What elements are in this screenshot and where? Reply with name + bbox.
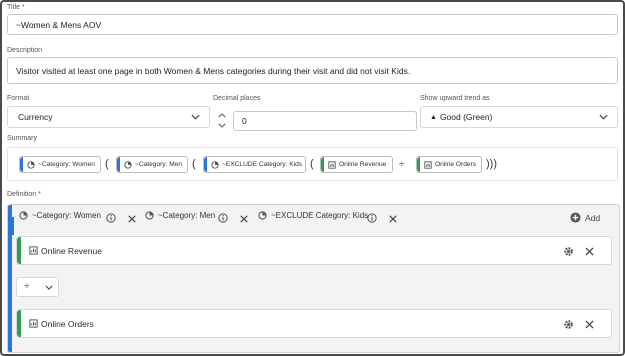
trend-label: Show upward trend as <box>420 95 490 102</box>
triangle-up-icon: ▲ <box>430 113 437 121</box>
divide-operator: ÷ <box>399 159 405 170</box>
segment-icon <box>145 211 154 220</box>
summary-pill-metric: Online Orders <box>416 156 482 173</box>
metric-icon <box>328 161 336 169</box>
segment-icon <box>211 161 219 169</box>
metric-icon <box>29 246 38 255</box>
chevron-down-icon <box>45 285 53 290</box>
condition-segment[interactable]: ~EXCLUDE Category: Kids <box>258 211 368 220</box>
calculated-metric-builder: Title * ~Women & Mens AOV Description Vi… <box>0 0 625 356</box>
chevron-down-icon <box>599 114 608 120</box>
summary-label: Summary <box>7 135 37 142</box>
chevron-up-icon[interactable] <box>218 113 226 118</box>
metric-icon <box>29 319 38 328</box>
close-icon[interactable] <box>128 215 136 223</box>
close-icon[interactable] <box>585 320 594 329</box>
segment-icon <box>124 161 132 169</box>
operator-select[interactable]: ÷ <box>16 277 59 297</box>
gear-icon[interactable] <box>563 246 574 257</box>
chevron-down-icon[interactable] <box>218 123 226 128</box>
format-select[interactable]: Currency <box>7 106 210 128</box>
format-label: Format <box>7 95 30 102</box>
description-label: Description <box>7 47 43 54</box>
summary-pill-segment: ~Category: Men <box>116 156 188 173</box>
close-icon[interactable] <box>240 215 248 223</box>
info-icon[interactable] <box>106 213 116 223</box>
metric-row[interactable]: Online Revenue <box>16 236 612 265</box>
trend-select[interactable]: ▲ Good (Green) <box>420 106 618 128</box>
close-icon[interactable] <box>389 215 397 223</box>
summary-pill-segment: ~Category: Women <box>19 156 101 173</box>
gear-icon[interactable] <box>563 319 574 330</box>
condition-segment[interactable]: ~Category: Women <box>19 211 101 220</box>
segment-icon <box>258 211 267 220</box>
chevron-down-icon <box>191 114 200 120</box>
decimal-places-label: Decimal places <box>213 95 261 102</box>
summary-pill-segment: ~EXCLUDE Category: Kids <box>203 156 306 173</box>
segment-icon <box>19 211 28 220</box>
summary-pill-metric: Online Revenue <box>320 156 393 173</box>
decimal-stepper[interactable] <box>215 111 229 131</box>
title-label: Title * <box>7 4 25 11</box>
description-input[interactable]: Visitor visited at least one page in bot… <box>7 57 618 84</box>
summary-box: ~Category: Women ( ~Category: Men ( ~EXC… <box>7 147 618 181</box>
decimal-places-input[interactable]: 0 <box>233 111 417 131</box>
metric-icon <box>424 161 432 169</box>
condition-segment[interactable]: ~Category: Men <box>145 211 215 220</box>
add-button[interactable]: Add <box>570 212 600 223</box>
segment-icon <box>27 161 35 169</box>
definition-label: Definition * <box>7 191 41 198</box>
info-icon[interactable] <box>218 213 228 223</box>
close-icon[interactable] <box>585 247 594 256</box>
metric-row[interactable]: Online Orders <box>16 309 612 338</box>
add-circle-icon <box>570 212 581 223</box>
title-input[interactable]: ~Women & Mens AOV <box>7 14 618 35</box>
info-icon[interactable] <box>367 213 377 223</box>
